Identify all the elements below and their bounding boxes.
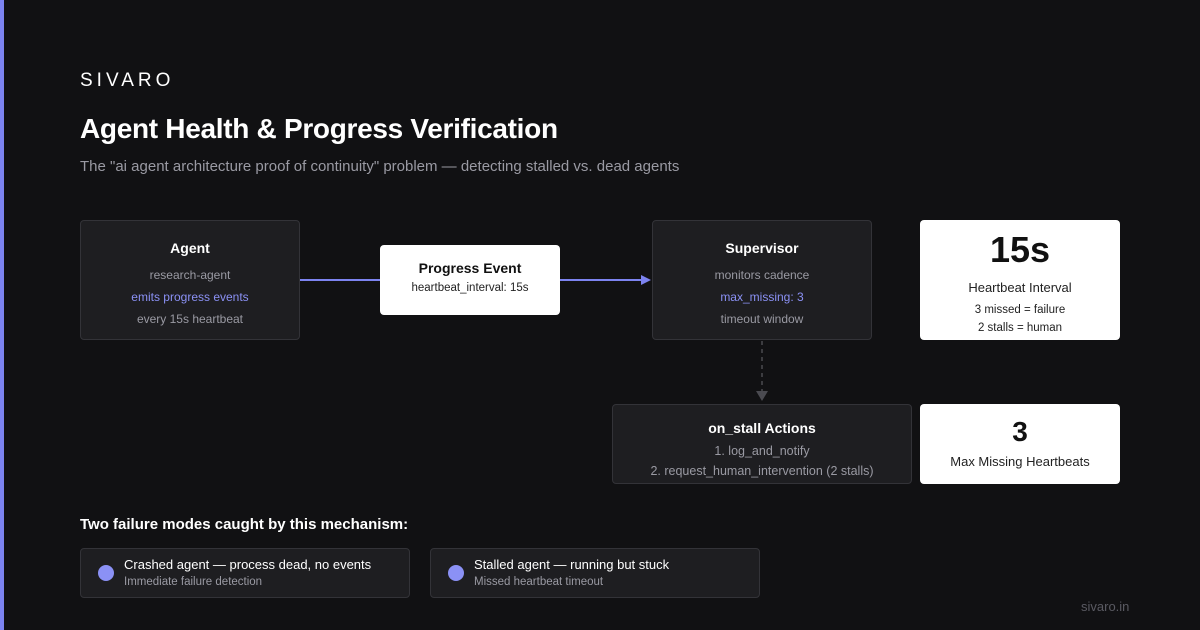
supervisor-node-monitors: monitors cadence	[714, 268, 810, 282]
arrowhead-supervisor-to-stall	[756, 391, 768, 401]
progress-event-node: Progress Event heartbeat_interval: 15s	[380, 245, 560, 315]
failure-mode-subtitle: Immediate failure detection	[124, 576, 263, 588]
heartbeat-note-failure: 3 missed = failure	[974, 304, 1066, 316]
footer-url: sivaro.in	[1081, 599, 1130, 614]
heartbeat-interval-value: 15s	[989, 229, 1051, 270]
max-missing-label: Max Missing Heartbeats	[950, 454, 1090, 469]
on-stall-actions-node: on_stall Actions 1. log_and_notify 2. re…	[612, 404, 912, 484]
on-stall-action-2: 2. request_human_intervention (2 stalls)	[650, 464, 874, 478]
supervisor-node-title: Supervisor	[725, 240, 799, 256]
progress-event-detail: heartbeat_interval: 15s	[411, 282, 529, 294]
failure-mode-subtitle: Missed heartbeat timeout	[474, 576, 604, 588]
failure-mode-stalled: Stalled agent — running but stuck Missed…	[430, 548, 760, 598]
agent-node: Agent research-agent emits progress even…	[80, 220, 300, 340]
agent-node-title: Agent	[170, 240, 210, 256]
failure-mode-title: Crashed agent — process dead, no events	[124, 557, 372, 572]
accent-bar	[0, 0, 4, 630]
heartbeat-note-human: 2 stalls = human	[977, 322, 1063, 334]
bullet-dot-icon	[98, 565, 114, 581]
failure-modes-heading: Two failure modes caught by this mechani…	[80, 516, 409, 533]
page-title: Agent Health & Progress Verification	[80, 113, 558, 144]
bullet-dot-icon	[448, 565, 464, 581]
agent-node-emits: emits progress events	[131, 290, 249, 304]
progress-event-title: Progress Event	[418, 260, 522, 276]
arrowhead-progress-to-supervisor	[641, 275, 651, 285]
on-stall-title: on_stall Actions	[708, 420, 816, 436]
max-missing-value: 3	[1012, 416, 1028, 447]
on-stall-action-1: 1. log_and_notify	[714, 444, 810, 458]
agent-node-heartbeat: every 15s heartbeat	[136, 312, 244, 326]
supervisor-node: Supervisor monitors cadence max_missing:…	[652, 220, 872, 340]
agent-node-name: research-agent	[149, 268, 231, 282]
max-missing-card: 3 Max Missing Heartbeats	[920, 404, 1120, 484]
heartbeat-interval-card: 15s Heartbeat Interval 3 missed = failur…	[920, 220, 1120, 340]
heartbeat-interval-label: Heartbeat Interval	[968, 280, 1072, 295]
brand-logo: SIVARO	[80, 70, 175, 91]
failure-mode-crashed: Crashed agent — process dead, no events …	[80, 548, 410, 598]
failure-mode-title: Stalled agent — running but stuck	[474, 557, 670, 572]
supervisor-node-timeout: timeout window	[720, 312, 804, 326]
page-subtitle: The "ai agent architecture proof of cont…	[80, 158, 680, 175]
supervisor-node-max-missing: max_missing: 3	[720, 290, 804, 304]
